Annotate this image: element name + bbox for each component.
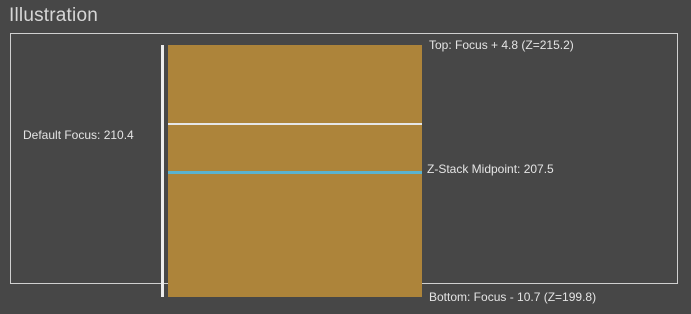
midpoint-label: Z-Stack Midpoint: 207.5 bbox=[427, 162, 554, 176]
panel-title: Illustration bbox=[9, 5, 98, 26]
top-label: Top: Focus + 4.8 (Z=215.2) bbox=[429, 38, 574, 52]
default-focus-line bbox=[168, 123, 422, 125]
illustration-panel: Illustration Top: Focus + 4.8 (Z=215.2) … bbox=[0, 0, 691, 314]
bottom-label: Bottom: Focus - 10.7 (Z=199.8) bbox=[429, 290, 597, 304]
default-focus-label: Default Focus: 210.4 bbox=[23, 128, 134, 142]
z-stack-axis-line bbox=[161, 45, 164, 297]
z-stack-midpoint-line bbox=[168, 171, 422, 174]
